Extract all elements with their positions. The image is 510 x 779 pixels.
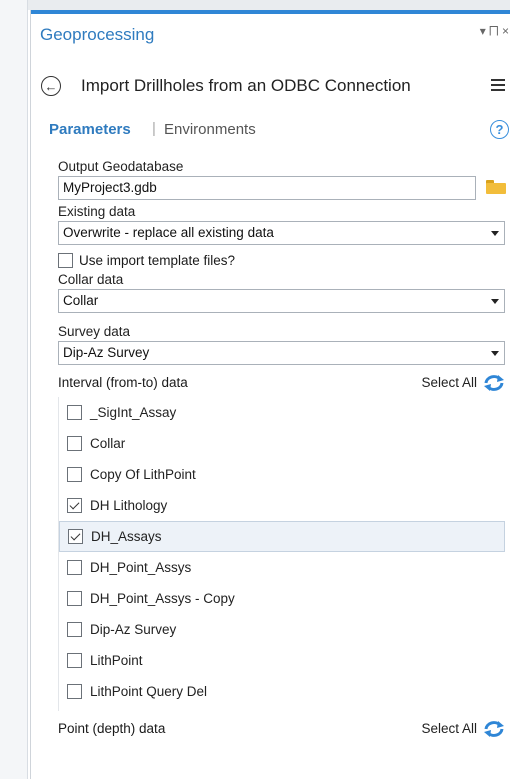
point-select-all-button[interactable]: Select All (421, 717, 477, 741)
interval-item-label: _SigInt_Assay (90, 405, 177, 420)
chevron-down-icon (491, 351, 499, 356)
interval-item-label: LithPoint Query Del (90, 684, 208, 699)
pane-controls-icon[interactable]: ▾ ⨅ × (480, 24, 509, 39)
interval-item-checkbox[interactable] (67, 591, 82, 606)
collar-data-dropdown[interactable]: Collar (58, 289, 505, 313)
interval-list-item[interactable]: Collar (59, 428, 505, 459)
hamburger-menu-icon[interactable] (491, 79, 505, 91)
interval-data-header: Interval (from-to) data Select All (58, 371, 510, 395)
interval-item-checkbox[interactable] (67, 467, 82, 482)
interval-list-item[interactable]: DH_Point_Assys (59, 552, 505, 583)
chevron-down-icon (491, 299, 499, 304)
tab-parameters[interactable]: Parameters (49, 121, 131, 138)
use-template-checkbox[interactable] (58, 252, 73, 268)
interval-list-item[interactable]: Dip-Az Survey (59, 614, 505, 645)
refresh-icon[interactable] (483, 374, 505, 392)
interval-item-checkbox[interactable] (67, 653, 82, 668)
interval-list-item[interactable]: _SigInt_Assay (59, 397, 505, 428)
top-strip (28, 0, 510, 10)
tab-environments[interactable]: Environments (164, 121, 256, 138)
survey-data-dropdown[interactable]: Dip-Az Survey (58, 341, 505, 365)
interval-item-label: DH_Assays (91, 529, 162, 544)
geoprocessing-pane: Geoprocessing ▾ ⨅ × ← Import Drillholes … (30, 10, 510, 779)
interval-item-checkbox[interactable] (68, 529, 83, 544)
interval-item-label: Dip-Az Survey (90, 622, 177, 637)
tool-title: Import Drillholes from an ODBC Connectio… (81, 76, 411, 95)
use-template-label: Use import template files? (79, 252, 236, 268)
collar-data-label: Collar data (58, 272, 124, 287)
left-panel-strip (0, 0, 28, 779)
tool-header: ← Import Drillholes from an ODBC Connect… (31, 68, 510, 104)
output-geodatabase-label: Output Geodatabase (58, 159, 184, 174)
survey-data-label: Survey data (58, 324, 131, 339)
help-icon[interactable]: ? (490, 120, 509, 139)
interval-item-label: DH Lithology (90, 498, 168, 513)
chevron-down-icon (491, 231, 499, 236)
interval-data-label: Interval (from-to) data (58, 375, 188, 390)
point-data-label: Point (depth) data (58, 721, 166, 736)
interval-list-item[interactable]: Copy Of LithPoint (59, 459, 505, 490)
back-arrow-icon[interactable]: ← (41, 76, 61, 96)
interval-item-checkbox[interactable] (67, 436, 82, 451)
tab-separator: | (152, 120, 156, 137)
interval-list-item[interactable]: DH_Point_Assys - Copy (59, 583, 505, 614)
pane-window-controls[interactable]: ▾ ⨅ × (480, 24, 509, 39)
interval-list-item[interactable]: DH_Assays (59, 521, 505, 552)
pane-title: Geoprocessing (40, 25, 155, 44)
collar-data-value: Collar (63, 293, 99, 308)
interval-item-checkbox[interactable] (67, 405, 82, 420)
interval-item-checkbox[interactable] (67, 684, 82, 699)
folder-browse-icon[interactable] (486, 180, 506, 194)
point-data-header: Point (depth) data Select All (58, 717, 510, 741)
use-template-row[interactable]: Use import template files? (58, 249, 510, 271)
interval-select-all-button[interactable]: Select All (421, 371, 477, 395)
interval-item-checkbox[interactable] (67, 622, 82, 637)
pane-header: Geoprocessing ▾ ⨅ × (31, 18, 510, 52)
interval-item-label: DH_Point_Assys (90, 560, 192, 575)
interval-item-label: LithPoint (90, 653, 143, 668)
parameters-form: Output Geodatabase MyProject3.gdb Existi… (58, 158, 510, 741)
interval-item-label: DH_Point_Assys - Copy (90, 591, 235, 606)
output-geodatabase-input[interactable]: MyProject3.gdb (58, 176, 476, 200)
output-geodatabase-row: MyProject3.gdb (58, 176, 510, 200)
existing-data-label: Existing data (58, 204, 136, 219)
interval-list-item[interactable]: DH Lithology (59, 490, 505, 521)
refresh-icon[interactable] (483, 720, 505, 738)
tabs: Parameters | Environments ? (31, 118, 510, 142)
pane-accent-bar (31, 10, 510, 14)
interval-data-list: _SigInt_Assay Collar Copy Of LithPoint DH L… (58, 397, 505, 711)
survey-data-value: Dip-Az Survey (63, 345, 150, 360)
interval-list-item[interactable]: LithPoint (59, 645, 505, 676)
existing-data-dropdown[interactable]: Overwrite - replace all existing data (58, 221, 505, 245)
interval-item-label: Collar (90, 436, 126, 451)
interval-list-item[interactable]: LithPoint Query Del (59, 676, 505, 707)
existing-data-value: Overwrite - replace all existing data (63, 225, 274, 240)
interval-item-checkbox[interactable] (67, 498, 82, 513)
interval-item-checkbox[interactable] (67, 560, 82, 575)
interval-item-label: Copy Of LithPoint (90, 467, 196, 482)
